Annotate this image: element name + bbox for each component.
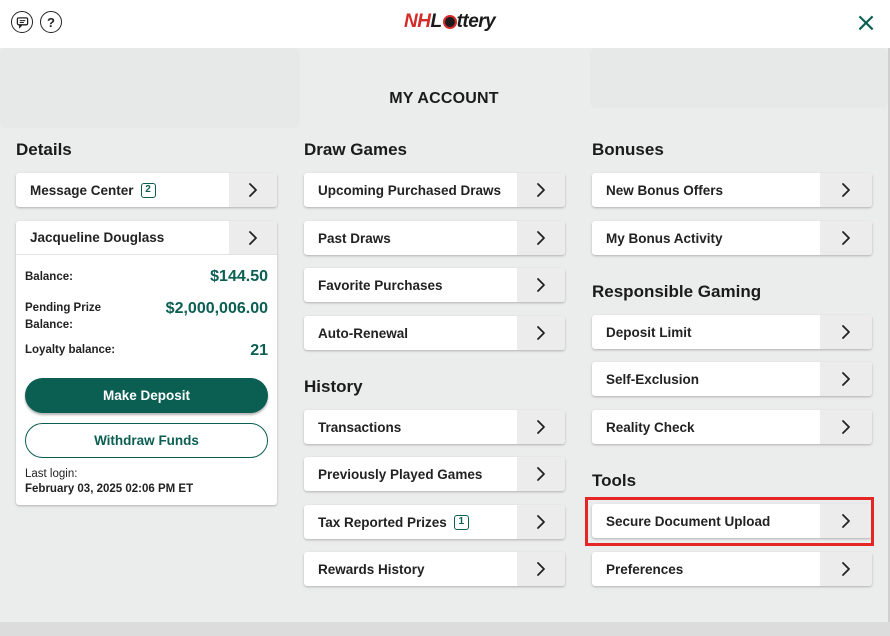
top-bar: ? NH L ttery × bbox=[0, 0, 890, 48]
balance-value: $144.50 bbox=[210, 268, 268, 285]
preferences-row[interactable]: Preferences bbox=[592, 552, 872, 586]
logo-rest-text: ttery bbox=[456, 11, 496, 32]
chevron-right-icon bbox=[820, 504, 872, 538]
row-label: Deposit Limit bbox=[606, 324, 692, 340]
row-label: Transactions bbox=[318, 419, 402, 435]
tax-prizes-count-badge: 1 bbox=[453, 514, 469, 530]
chevron-right-icon bbox=[517, 316, 565, 350]
message-center-text: Message Center bbox=[30, 182, 134, 198]
row-label: Upcoming Purchased Draws bbox=[318, 182, 502, 198]
chevron-right-icon bbox=[820, 221, 872, 255]
transactions-row[interactable]: Transactions bbox=[304, 410, 565, 444]
draw-games-heading: Draw Games bbox=[304, 140, 407, 159]
chevron-right-icon bbox=[517, 552, 565, 586]
chevron-right-icon bbox=[820, 362, 872, 396]
loyalty-value: 21 bbox=[250, 342, 268, 359]
favorite-purchases-row[interactable]: Favorite Purchases bbox=[304, 268, 565, 302]
chevron-right-icon bbox=[229, 221, 277, 254]
deposit-limit-row[interactable]: Deposit Limit bbox=[592, 315, 872, 349]
row-label: Rewards History bbox=[318, 561, 425, 577]
pending-prize-label-line2: Balance: bbox=[25, 319, 73, 331]
details-heading: Details bbox=[16, 140, 72, 159]
auto-renewal-row[interactable]: Auto-Renewal bbox=[304, 316, 565, 350]
background-shape bbox=[0, 48, 300, 128]
nh-lottery-logo: NH L ttery bbox=[404, 9, 496, 35]
loyalty-label: Loyalty balance: bbox=[25, 344, 116, 356]
balance-label: Balance: bbox=[25, 271, 73, 283]
tools-heading: Tools bbox=[592, 471, 637, 490]
row-label: Tax Reported Prizes 1 bbox=[304, 505, 517, 539]
chevron-right-icon bbox=[517, 410, 565, 444]
logo-nh-text: NH bbox=[404, 11, 431, 32]
rewards-history-row[interactable]: Rewards History bbox=[304, 552, 565, 586]
responsible-gaming-heading: Responsible Gaming bbox=[592, 282, 762, 301]
row-label: Favorite Purchases bbox=[318, 277, 443, 293]
message-center-row[interactable]: Message Center 2 bbox=[16, 173, 277, 207]
row-label: Previously Played Games bbox=[318, 466, 483, 482]
account-name-row[interactable]: Jacqueline Douglass bbox=[16, 221, 277, 255]
chevron-right-icon bbox=[820, 552, 872, 586]
bottom-strip bbox=[0, 622, 890, 636]
chat-bubble-icon[interactable] bbox=[11, 11, 33, 33]
new-bonus-offers-row[interactable]: New Bonus Offers bbox=[592, 173, 872, 207]
upcoming-purchased-draws-row[interactable]: Upcoming Purchased Draws bbox=[304, 173, 565, 207]
chevron-right-icon bbox=[820, 410, 872, 444]
tax-reported-prizes-text: Tax Reported Prizes bbox=[318, 514, 447, 530]
help-circle-icon[interactable]: ? bbox=[40, 11, 62, 33]
chevron-right-icon bbox=[517, 221, 565, 255]
row-label: New Bonus Offers bbox=[606, 182, 724, 198]
chevron-right-icon bbox=[517, 268, 565, 302]
account-name: Jacqueline Douglass bbox=[30, 230, 165, 245]
previously-played-games-row[interactable]: Previously Played Games bbox=[304, 457, 565, 491]
last-login-label: Last login: bbox=[25, 468, 78, 480]
chevron-right-icon bbox=[820, 173, 872, 207]
last-login-value: February 03, 2025 02:06 PM ET bbox=[25, 483, 194, 495]
chevron-right-icon bbox=[820, 315, 872, 349]
self-exclusion-row[interactable]: Self-Exclusion bbox=[592, 362, 872, 396]
bonuses-heading: Bonuses bbox=[592, 140, 664, 159]
chevron-right-icon bbox=[229, 173, 277, 207]
chevron-right-icon bbox=[517, 505, 565, 539]
chevron-right-icon bbox=[517, 173, 565, 207]
row-label: My Bonus Activity bbox=[606, 230, 723, 246]
tax-reported-prizes-row[interactable]: Tax Reported Prizes 1 bbox=[304, 505, 565, 539]
past-draws-row[interactable]: Past Draws bbox=[304, 221, 565, 255]
row-label: Preferences bbox=[606, 561, 684, 577]
pending-prize-label-line1: Pending Prize bbox=[25, 302, 102, 314]
reality-check-row[interactable]: Reality Check bbox=[592, 410, 872, 444]
row-label: Secure Document Upload bbox=[606, 513, 771, 529]
row-label: Reality Check bbox=[606, 419, 695, 435]
row-label: Auto-Renewal bbox=[318, 325, 409, 341]
history-heading: History bbox=[304, 377, 363, 396]
make-deposit-button[interactable]: Make Deposit bbox=[25, 378, 268, 413]
row-label: Self-Exclusion bbox=[606, 371, 700, 387]
logo-l-text: L bbox=[430, 11, 442, 32]
logo-ball-icon bbox=[442, 15, 457, 29]
chevron-right-icon bbox=[517, 457, 565, 491]
account-card: Jacqueline Douglass Balance: $144.50 Pen… bbox=[16, 221, 277, 505]
withdraw-funds-button[interactable]: Withdraw Funds bbox=[25, 423, 268, 458]
close-icon[interactable]: × bbox=[854, 10, 878, 36]
my-bonus-activity-row[interactable]: My Bonus Activity bbox=[592, 221, 872, 255]
pending-prize-value: $2,000,006.00 bbox=[165, 300, 268, 317]
message-center-label: Message Center 2 bbox=[16, 173, 229, 207]
row-label: Past Draws bbox=[318, 230, 391, 246]
secure-document-upload-row[interactable]: Secure Document Upload bbox=[592, 504, 872, 538]
page-title: MY ACCOUNT bbox=[389, 90, 499, 107]
message-count-badge: 2 bbox=[140, 182, 156, 198]
